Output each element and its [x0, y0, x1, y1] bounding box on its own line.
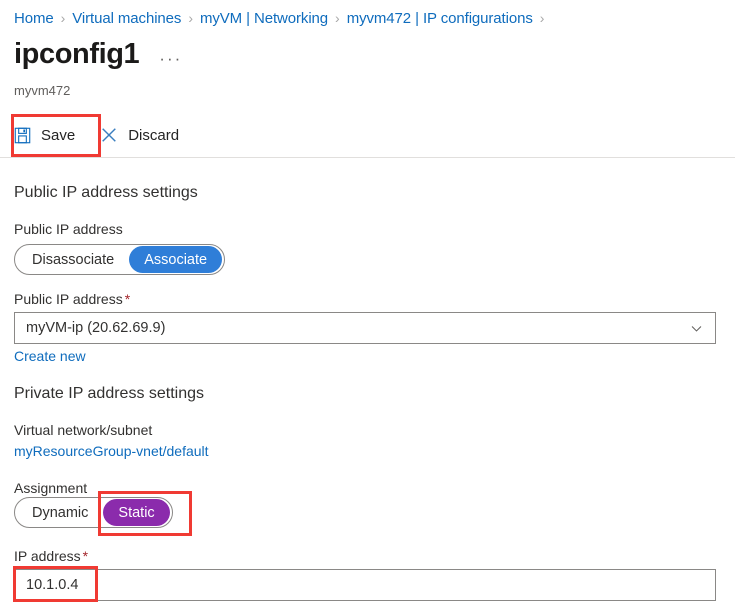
breadcrumb-item-myvm-networking[interactable]: myVM | Networking	[200, 10, 328, 27]
assignment-toggle-group: Dynamic Static	[14, 497, 173, 528]
breadcrumb-item-home[interactable]: Home	[14, 10, 54, 27]
assignment-option-static[interactable]: Static	[103, 499, 169, 526]
page-title: ipconfig1	[14, 40, 139, 69]
breadcrumb: Home › Virtual machines › myVM | Network…	[14, 7, 551, 29]
breadcrumb-item-ip-configurations[interactable]: myvm472 | IP configurations	[347, 10, 533, 27]
ip-address-input-value: 10.1.0.4	[26, 577, 78, 593]
breadcrumb-separator-icon: ›	[540, 10, 545, 26]
page-title-row: ipconfig1 ···	[14, 40, 182, 69]
toolbar-divider	[0, 157, 735, 158]
public-ip-field-label-text: Public IP address	[14, 291, 123, 307]
public-ip-toggle-label: Public IP address	[14, 221, 123, 237]
breadcrumb-separator-icon: ›	[335, 10, 340, 26]
assignment-label: Assignment	[14, 480, 87, 496]
create-new-public-ip-link[interactable]: Create new	[14, 348, 86, 364]
public-ip-option-disassociate[interactable]: Disassociate	[17, 246, 129, 273]
save-button[interactable]: Save	[0, 114, 87, 156]
more-options-ellipsis-icon[interactable]: ···	[159, 50, 182, 67]
public-ip-address-dropdown[interactable]: myVM-ip (20.62.69.9)	[14, 312, 716, 344]
page-subtitle: myvm472	[14, 83, 70, 98]
save-floppy-icon	[12, 125, 32, 145]
required-asterisk: *	[125, 291, 130, 307]
ip-address-label-text: IP address	[14, 548, 81, 564]
public-ip-toggle-group: Disassociate Associate	[14, 244, 225, 275]
required-asterisk: *	[83, 548, 88, 564]
public-ip-field-label: Public IP address*	[14, 291, 130, 307]
ip-address-input[interactable]: 10.1.0.4	[14, 569, 716, 601]
assignment-option-dynamic[interactable]: Dynamic	[17, 499, 103, 526]
chevron-down-icon	[689, 321, 703, 335]
vnet-subnet-label: Virtual network/subnet	[14, 422, 152, 438]
save-button-label: Save	[41, 127, 75, 144]
breadcrumb-separator-icon: ›	[188, 10, 193, 26]
public-ip-option-associate[interactable]: Associate	[129, 246, 222, 273]
breadcrumb-item-virtual-machines[interactable]: Virtual machines	[72, 10, 181, 27]
close-x-icon	[99, 125, 119, 145]
public-ip-address-dropdown-value: myVM-ip (20.62.69.9)	[26, 320, 689, 336]
discard-button-label: Discard	[128, 127, 179, 144]
discard-button[interactable]: Discard	[87, 114, 191, 156]
ip-address-label: IP address*	[14, 548, 88, 564]
public-ip-section-title: Public IP address settings	[14, 184, 198, 202]
private-ip-section-title: Private IP address settings	[14, 385, 204, 403]
vnet-subnet-link[interactable]: myResourceGroup-vnet/default	[14, 443, 209, 459]
breadcrumb-separator-icon: ›	[61, 10, 66, 26]
command-bar: Save Discard	[0, 114, 735, 156]
